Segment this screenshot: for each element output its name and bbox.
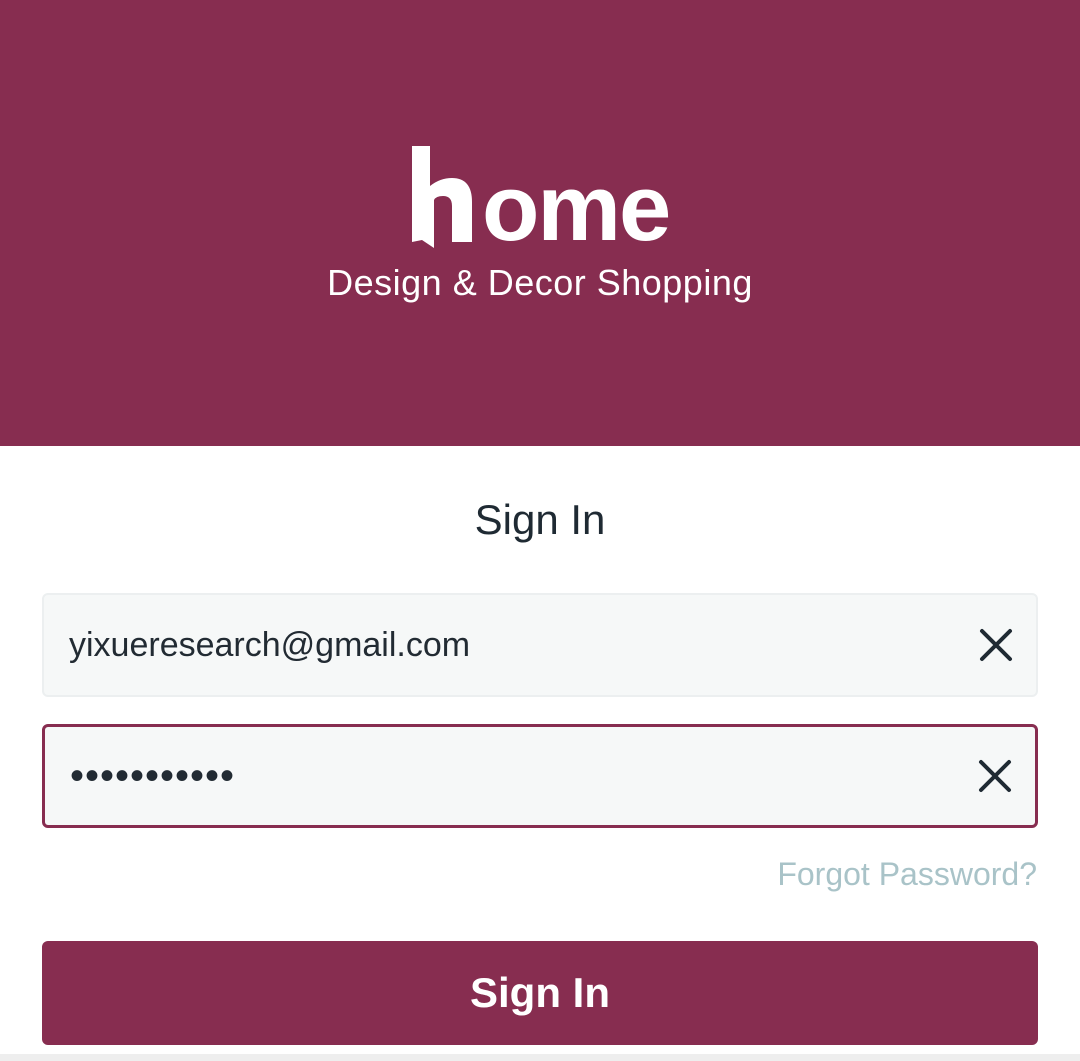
- password-field[interactable]: •••••••••••: [42, 724, 1038, 828]
- password-value[interactable]: •••••••••••: [70, 727, 235, 825]
- brand-tagline: Design & Decor Shopping: [327, 262, 753, 303]
- close-icon[interactable]: [977, 758, 1013, 794]
- page-title: Sign In: [474, 496, 606, 543]
- email-field[interactable]: yixueresearch@gmail.com: [42, 593, 1038, 697]
- bottom-divider: [0, 1054, 1080, 1061]
- home-logo-icon: ome: [412, 146, 670, 248]
- home-logo: ome: [0, 118, 1080, 248]
- svg-text:ome: ome: [482, 155, 669, 248]
- email-value[interactable]: yixueresearch@gmail.com: [69, 595, 470, 695]
- forgot-password-link[interactable]: Forgot Password?: [777, 856, 1037, 893]
- brand-header: ome Design & Decor Shopping: [0, 0, 1080, 446]
- sign-in-button[interactable]: Sign In: [42, 941, 1038, 1045]
- close-icon[interactable]: [978, 627, 1014, 663]
